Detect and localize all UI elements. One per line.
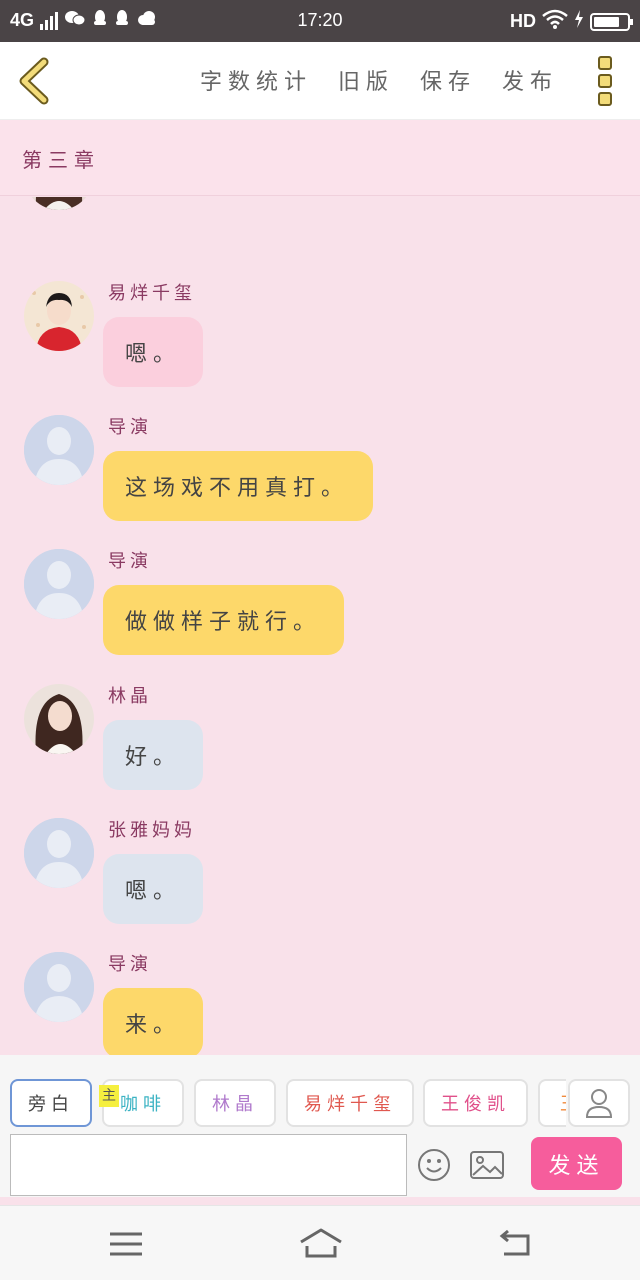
default-avatar-icon — [24, 818, 94, 888]
character-label: 旁白 — [28, 1094, 74, 1115]
speaker-name: 张雅妈妈 — [108, 820, 196, 841]
boy-avatar-icon — [24, 281, 94, 351]
avatar[interactable] — [24, 684, 94, 754]
chapter-bar: 第三章 — [0, 120, 640, 196]
person-icon — [585, 1089, 613, 1118]
character-chip-partial[interactable]: 王 — [538, 1079, 566, 1127]
emoji-button[interactable] — [417, 1148, 451, 1182]
message-bubble[interactable]: 来。 — [103, 988, 204, 1055]
character-label: 王俊凯 — [441, 1094, 510, 1115]
message-bubble[interactable]: 好。 — [103, 720, 204, 790]
message-bubble[interactable]: 嗯。 — [103, 317, 204, 387]
avatar[interactable] — [24, 415, 94, 485]
character-label: 易烊千玺 — [304, 1094, 396, 1115]
character-selector[interactable]: 旁白 咖啡 林晶 易烊千玺 王俊凯 王 — [0, 1079, 566, 1129]
default-avatar-icon — [24, 549, 94, 619]
character-label: 王 — [560, 1090, 566, 1116]
publish-button[interactable]: 发布 — [502, 64, 558, 96]
menu-dot-icon — [598, 56, 612, 70]
avatar[interactable] — [24, 281, 94, 351]
home-nav-button[interactable] — [298, 1226, 344, 1262]
avatar[interactable] — [24, 197, 94, 210]
hamburger-icon — [110, 1232, 142, 1256]
message-bubble[interactable]: 这场戏不用真打。 — [103, 451, 373, 521]
header-actions: 字数统计 旧版 保存 发布 — [200, 64, 558, 96]
home-icon — [300, 1228, 342, 1258]
avatar[interactable] — [24, 549, 94, 619]
girl-avatar-icon — [24, 684, 94, 754]
hd-indicator: HD — [510, 11, 536, 31]
character-chip-linjing[interactable]: 林晶 — [194, 1079, 276, 1127]
character-chip-yiyangqianxi[interactable]: 易烊千玺 — [286, 1079, 414, 1127]
menu-dot-icon — [598, 92, 612, 106]
character-label: 林晶 — [212, 1094, 258, 1115]
editor-header: 字数统计 旧版 保存 发布 — [0, 42, 640, 120]
avatar[interactable] — [24, 818, 94, 888]
girl-avatar-icon — [24, 197, 94, 210]
chapter-title[interactable]: 第三章 — [22, 144, 100, 173]
word-count-button[interactable]: 字数统计 — [200, 64, 312, 96]
message-input[interactable] — [10, 1134, 407, 1196]
character-manager-button[interactable] — [568, 1079, 630, 1127]
charging-icon — [574, 10, 584, 33]
status-bar: 4G 17:20 HD — [0, 0, 640, 42]
speaker-name: 易烊千玺 — [108, 283, 196, 304]
menu-dot-icon — [598, 74, 612, 88]
wifi-icon — [542, 9, 568, 34]
speaker-name: 林晶 — [108, 686, 152, 707]
message-bubble[interactable]: 嗯。 — [103, 854, 204, 924]
return-icon — [499, 1229, 530, 1256]
speaker-name: 导演 — [108, 954, 152, 975]
chat-area[interactable]: 好。 易烊千玺 嗯。 导演 这场戏不用真打。 — [0, 197, 640, 1055]
default-avatar-icon — [24, 952, 94, 1022]
speaker-name: 导演 — [108, 417, 152, 438]
character-label: 咖啡 — [120, 1094, 166, 1115]
message-bubble[interactable]: 做做样子就行。 — [103, 585, 344, 655]
status-right: HD — [510, 9, 633, 34]
back-nav-button[interactable] — [496, 1226, 536, 1262]
image-icon — [470, 1151, 504, 1179]
insert-image-button[interactable] — [469, 1149, 505, 1181]
send-button[interactable]: 发送 — [531, 1137, 622, 1190]
chevron-left-icon — [19, 57, 49, 105]
default-avatar-icon — [24, 415, 94, 485]
more-menu-button[interactable] — [598, 56, 614, 106]
save-button[interactable]: 保存 — [420, 64, 476, 96]
battery-icon — [590, 12, 633, 31]
system-nav-bar — [0, 1205, 640, 1280]
back-button[interactable] — [14, 56, 58, 106]
character-chip-narrator[interactable]: 旁白 — [10, 1079, 92, 1127]
old-version-button[interactable]: 旧版 — [338, 64, 394, 96]
speaker-name: 导演 — [108, 551, 152, 572]
smiley-icon — [418, 1149, 450, 1181]
avatar[interactable] — [24, 952, 94, 1022]
character-chip-wangjunkai[interactable]: 王俊凯 — [423, 1079, 528, 1127]
menu-nav-button[interactable] — [106, 1226, 146, 1262]
main-character-badge: 主 — [99, 1085, 119, 1107]
composer: 旁白 咖啡 林晶 易烊千玺 王俊凯 王 主 — [0, 1055, 640, 1197]
